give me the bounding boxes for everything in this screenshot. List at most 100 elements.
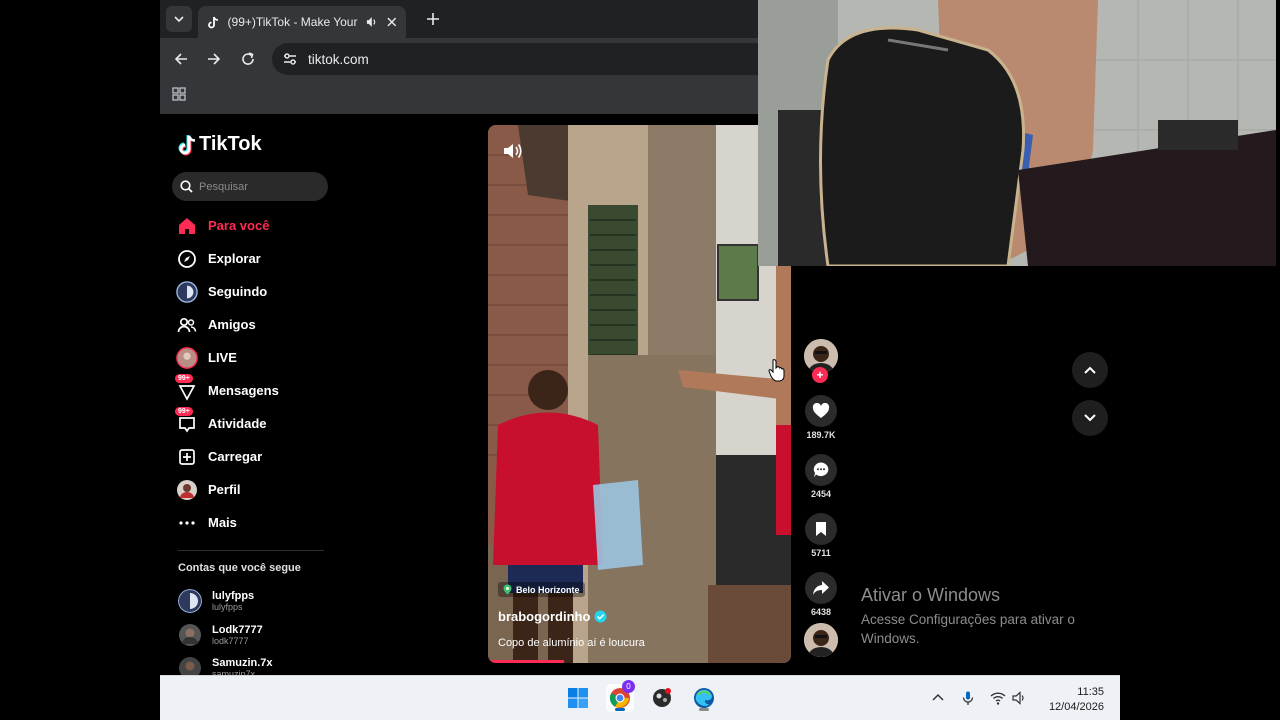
activity-badge: 99+ [175,406,193,416]
home-icon [176,215,198,237]
chevron-up-icon [1084,366,1096,374]
tiktok-logo[interactable]: TikTok [177,133,262,156]
account-name: Samuzin.7x [212,656,273,669]
nav-item-mais[interactable]: Mais [176,506,336,539]
taskbar-edge[interactable] [690,684,718,712]
chevron-down-icon [174,16,184,23]
account-name: Lodk7777 [212,623,263,636]
nav-label: Para você [208,218,270,233]
verified-icon [594,610,607,623]
edge-icon [694,688,714,708]
close-tab-icon[interactable] [386,16,398,28]
account-handle: lodk7777 [212,635,249,646]
video-actions: + 189.7K 2454 5711 6438 [802,339,840,657]
new-tab-icon[interactable] [424,10,442,28]
webcam-overlay [758,0,1276,266]
browser-tab[interactable]: (99+)TikTok - Make Your Da [198,6,406,38]
nav-item-mensagens[interactable]: 99+ Mensagens [175,373,336,407]
next-video-button[interactable] [1072,400,1108,436]
comment-icon [813,462,829,478]
tab-search-button[interactable] [166,6,192,32]
nav-item-amigos[interactable]: Amigos [176,308,336,341]
microphone-icon[interactable] [960,690,976,706]
active-indicator [615,708,625,711]
address-bar[interactable]: tiktok.com [272,43,758,75]
heart-icon [812,403,830,418]
mouse-cursor-icon [768,359,785,382]
search-icon [180,180,193,193]
sidebar-divider [178,550,324,551]
nav-label: Amigos [208,317,256,332]
location-tag[interactable]: Belo Horizonte [498,582,585,597]
share-icon [813,581,829,595]
audio-playing-icon[interactable] [365,15,379,29]
nav-label: Carregar [208,449,263,464]
nav-item-carregar[interactable]: Carregar [176,440,336,473]
clock-time: 11:35 [1077,686,1104,698]
video-player[interactable]: Belo Horizonte brabogordinho Copo de alu… [488,125,791,663]
apps-grid-icon[interactable] [172,87,186,101]
search-placeholder: Pesquisar [199,180,248,193]
nav-item-seguindo[interactable]: Seguindo [176,275,336,308]
friends-icon [176,314,198,336]
clock-date: 12/04/2026 [1048,701,1104,713]
activation-title: Ativar o Windows [861,585,1001,605]
logo-text: TikTok [199,133,262,155]
tiktok-favicon-icon [206,15,220,29]
following-account[interactable]: Lodk7777 lodk7777 [178,623,263,647]
follow-plus-icon[interactable]: + [812,367,828,383]
bookmarks-bar [160,80,758,114]
location-pin-icon [503,584,512,595]
live-avatar-icon [176,346,198,369]
nav-item-atividade[interactable]: 99+ Atividade [175,406,336,440]
account-name: lulyfpps [212,589,255,602]
tiktok-note-icon [178,134,196,155]
reload-icon[interactable] [239,50,257,68]
nav-item-para-voce[interactable]: Para você [176,209,336,242]
avatar [178,589,202,613]
nav-item-perfil[interactable]: Perfil [176,473,336,506]
share-button[interactable] [805,572,837,604]
start-button[interactable] [564,684,592,712]
nav-label: LIVE [208,350,237,365]
forward-arrow-icon[interactable] [205,50,223,68]
previous-video-button[interactable] [1072,352,1108,388]
taskbar-app[interactable] [648,684,676,712]
messages-badge: 99+ [175,373,193,383]
activation-subtitle: Acesse Configurações para ativar o Windo… [861,612,1075,646]
webcam-image [758,0,1276,266]
save-button[interactable] [805,513,837,545]
volume-icon[interactable] [502,141,524,161]
nav-item-explorar[interactable]: Explorar [176,242,336,275]
search-input[interactable]: Pesquisar [172,172,328,201]
chevron-up-icon[interactable] [930,690,946,706]
comment-button[interactable] [805,454,837,486]
nav-label: Mais [208,515,237,530]
sound-avatar[interactable] [804,623,838,657]
video-username[interactable]: brabogordinho [498,609,607,624]
share-count: 6438 [810,607,832,617]
running-indicator [699,708,709,711]
upload-icon [176,446,198,468]
following-account[interactable]: lulyfpps lulyfpps [178,589,254,613]
nav-label: Explorar [208,251,261,266]
back-arrow-icon[interactable] [172,50,190,68]
video-progress-bar[interactable] [488,660,564,663]
url-text: tiktok.com [308,51,369,67]
nav-label: Mensagens [208,383,279,398]
save-count: 5711 [811,548,831,558]
wifi-icon[interactable] [990,690,1006,706]
site-settings-icon[interactable] [282,51,298,67]
tab-title: (99+)TikTok - Make Your Da [227,15,361,29]
like-button[interactable] [805,395,837,427]
speaker-icon[interactable] [1011,690,1027,706]
nav-item-live[interactable]: LIVE [176,341,336,374]
taskbar-chrome[interactable]: 0 [606,680,635,712]
sidebar-nav: Para você Explorar Seguindo Amigos LIVE … [175,209,336,539]
location-text: Belo Horizonte [516,584,580,595]
tab-strip: (99+)TikTok - Make Your Da [160,0,758,38]
activity-icon: 99+ [175,406,198,435]
browser-toolbar: tiktok.com [160,38,758,80]
system-clock[interactable]: 11:35 12/04/2026 [1034,685,1104,715]
following-avatar-icon [176,280,198,303]
